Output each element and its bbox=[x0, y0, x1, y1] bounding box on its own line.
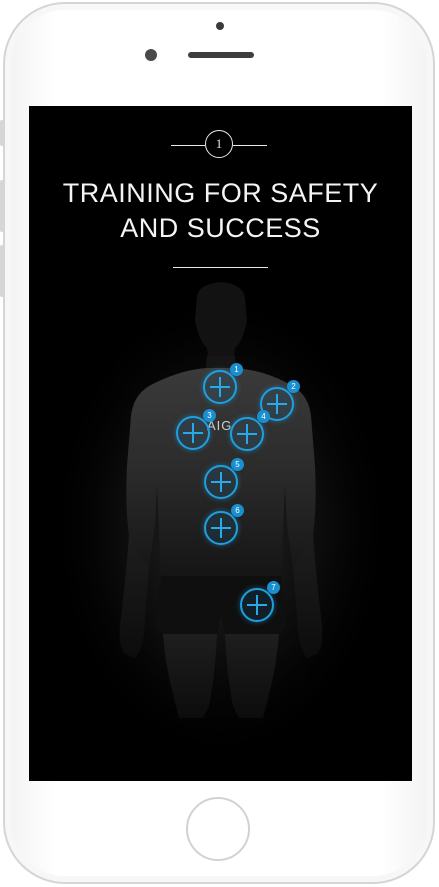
volume-down-button bbox=[0, 245, 4, 297]
plus-icon-v bbox=[246, 424, 248, 444]
sensor-dot bbox=[216, 22, 224, 30]
title-line-2: AND SUCCESS bbox=[120, 213, 321, 243]
step-line-right bbox=[233, 145, 267, 146]
hotspot-badge: 1 bbox=[230, 363, 243, 376]
volume-up-button bbox=[0, 180, 4, 232]
hotspot-3[interactable]: 3 bbox=[176, 409, 216, 450]
page-title: TRAINING FOR SAFETY AND SUCCESS bbox=[29, 176, 412, 246]
plus-icon-v bbox=[219, 377, 221, 397]
step-line-left bbox=[171, 145, 205, 146]
plus-icon-v bbox=[276, 394, 278, 414]
hotspot-badge: 3 bbox=[203, 409, 216, 422]
mute-switch bbox=[0, 120, 4, 146]
plus-icon-v bbox=[192, 423, 194, 443]
front-camera bbox=[145, 49, 157, 61]
step-indicator: 1 bbox=[29, 130, 412, 160]
title-line-1: TRAINING FOR SAFETY bbox=[62, 178, 379, 208]
hotspot-4[interactable]: 4 bbox=[230, 410, 270, 451]
hotspot-badge: 5 bbox=[231, 458, 244, 471]
hotspot-badge: 7 bbox=[267, 581, 280, 594]
app-screen: 1 TRAINING FOR SAFETY AND SUCCESS AIG 1 … bbox=[29, 106, 412, 781]
hotspot-1[interactable]: 1 bbox=[203, 363, 243, 404]
plus-icon-v bbox=[220, 518, 222, 538]
plus-icon-v bbox=[220, 472, 222, 492]
title-divider bbox=[173, 267, 268, 268]
hotspot-7[interactable]: 7 bbox=[240, 581, 280, 622]
earpiece-speaker bbox=[188, 52, 254, 58]
plus-icon-v bbox=[256, 595, 258, 615]
home-button[interactable] bbox=[186, 797, 250, 861]
hotspot-badge: 4 bbox=[257, 410, 270, 423]
hotspot-6[interactable]: 6 bbox=[204, 504, 244, 545]
step-number: 1 bbox=[205, 130, 233, 158]
hotspot-badge: 2 bbox=[287, 380, 300, 393]
hotspot-5[interactable]: 5 bbox=[204, 458, 244, 499]
hotspot-badge: 6 bbox=[231, 504, 244, 517]
